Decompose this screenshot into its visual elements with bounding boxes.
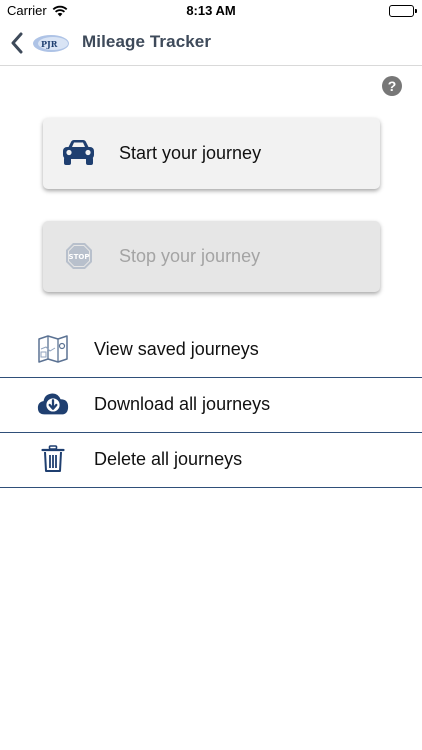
nav-bar: PJR Mileage Tracker xyxy=(0,22,422,66)
delete-all-journeys-label: Delete all journeys xyxy=(94,449,243,469)
stop-journey-label: Stop your journey xyxy=(119,246,261,266)
back-button[interactable] xyxy=(6,30,28,56)
start-journey-label: Start your journey xyxy=(119,143,262,163)
help-icon: ? xyxy=(387,78,397,94)
view-saved-journeys-row[interactable]: View saved journeys xyxy=(0,322,422,377)
download-all-journeys-row[interactable]: Download all journeys xyxy=(0,377,422,432)
car-icon xyxy=(61,138,96,168)
start-journey-button[interactable]: Start your journey xyxy=(43,118,380,189)
pjr-logo: PJR xyxy=(32,34,70,53)
cloud-download-icon xyxy=(36,389,70,419)
stop-journey-button[interactable]: STOP Stop your journey xyxy=(43,221,380,292)
stop-sign-icon: STOP xyxy=(61,241,96,271)
clock: 8:13 AM xyxy=(186,3,236,18)
help-button[interactable]: ? xyxy=(382,76,402,96)
stop-icon-text: STOP xyxy=(68,253,89,261)
map-icon xyxy=(36,334,70,364)
divider xyxy=(0,487,422,488)
delete-all-journeys-row[interactable]: Delete all journeys xyxy=(0,432,422,487)
view-saved-journeys-label: View saved journeys xyxy=(94,339,259,359)
trash-icon xyxy=(36,444,70,474)
chevron-left-icon xyxy=(11,32,23,54)
battery-icon xyxy=(389,5,417,17)
page-title: Mileage Tracker xyxy=(82,32,212,51)
status-bar: Carrier 8:13 AM xyxy=(0,0,422,22)
logo-text: PJR xyxy=(41,39,58,49)
download-all-journeys-label: Download all journeys xyxy=(94,394,271,414)
